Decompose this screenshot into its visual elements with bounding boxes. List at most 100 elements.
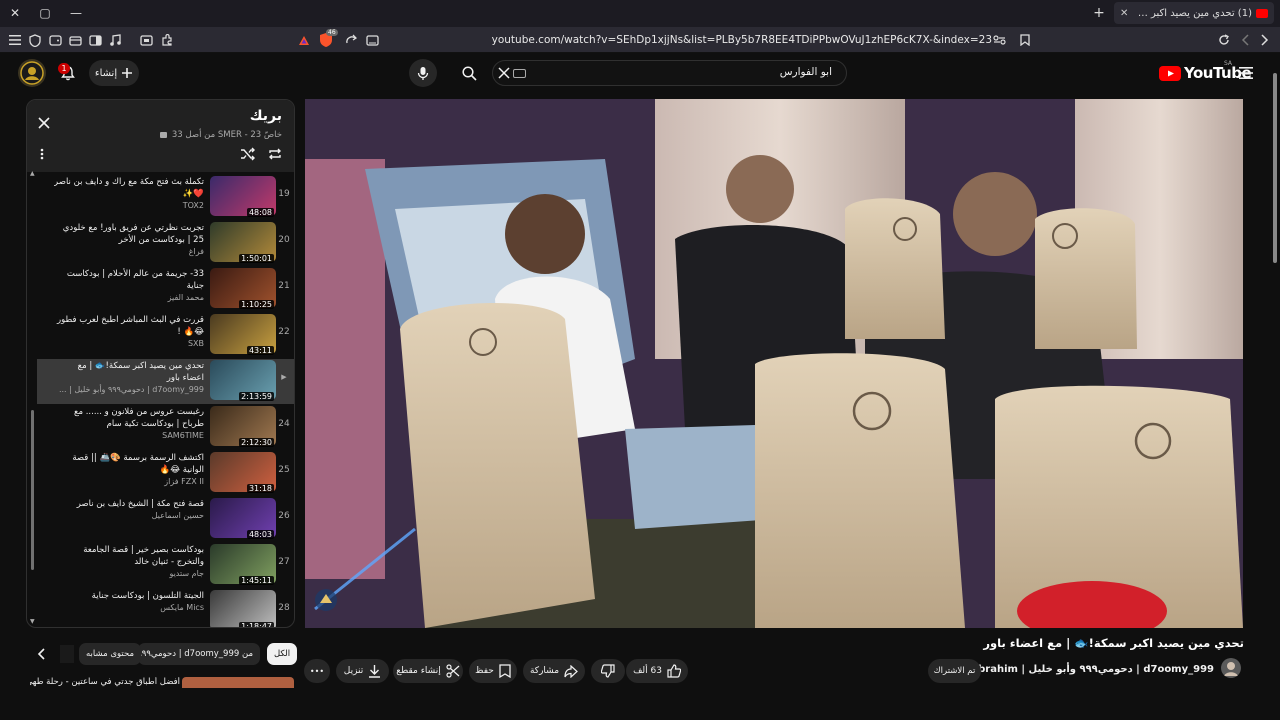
share-button[interactable]: مشاركة — [523, 659, 585, 683]
chip-related[interactable]: محتوى مشابه — [79, 643, 141, 665]
playlist-item[interactable]: 26 48:03 قصة فتح مكة | الشيخ دايف بن ناصر ح… — [37, 497, 294, 542]
playlist-item-index: 19 — [278, 189, 290, 199]
tabs-icon[interactable] — [67, 32, 83, 48]
video-title: تحدي مين يصيد اكبر سمكة!🐟 | مع اعضاء باو… — [983, 636, 1244, 650]
search-icon[interactable] — [455, 59, 483, 87]
new-tab-button[interactable]: + — [1090, 4, 1108, 22]
playlist-item-title: قصة فتح مكة | الشيخ دايف بن ناصر — [76, 499, 204, 509]
share-label: مشاركة — [529, 666, 560, 676]
playlist-scrollbar-thumb[interactable] — [31, 410, 34, 570]
like-button[interactable]: 63 ألف — [626, 659, 688, 683]
playlist-item-current[interactable]: ▶ 2:13:59 تحدي مين يصيد اكبر سمكة!🐟 | مع ا… — [37, 359, 294, 404]
playlist-item-channel: TOX2 — [182, 201, 204, 210]
shuffle-icon[interactable] — [240, 147, 256, 161]
youtube-play-logo-icon — [1159, 65, 1181, 81]
playlist-item-title: الجيتة التلسون | بودكاست جناية — [91, 591, 204, 601]
shield-count-badge: 46 — [326, 29, 338, 36]
playlist-item-channel: SAM6TIME — [162, 431, 204, 440]
playlist-item-channel: FZX II فزاز — [164, 477, 204, 486]
duration-badge: 31:18 — [246, 484, 274, 493]
up-next-row[interactable]: أفضل أطباق جدتي في ساعتين - رحلة طهي مع — [26, 676, 295, 688]
playlist-item-text: اكتشف الرسمة برسمة 🎨🚢 || قصة الوانية 😂🔥 F… — [54, 452, 204, 488]
playlist-item[interactable]: 28 1:18:47 الجيتة التلسون | بودكاست جناية M… — [37, 589, 294, 627]
chevron-left-icon[interactable] — [35, 646, 49, 662]
video-player[interactable] — [305, 99, 1243, 628]
account-avatar[interactable] — [18, 59, 46, 87]
close-playlist-icon[interactable] — [37, 116, 51, 130]
page-scrollbar[interactable] — [1270, 53, 1280, 720]
playlist-item[interactable]: 24 2:12:30 رغبست عروس من فلانون و ...... م… — [37, 405, 294, 450]
reader-mode-icon[interactable] — [364, 32, 380, 48]
page-scrollbar-thumb[interactable] — [1273, 73, 1277, 263]
scroll-down-icon[interactable]: ▼ — [30, 618, 35, 625]
more-actions-icon: ••• — [309, 666, 325, 676]
window-minimize-icon[interactable]: — — [66, 4, 86, 22]
voice-search-icon[interactable] — [409, 59, 437, 87]
channel-watermark-icon[interactable] — [313, 587, 339, 613]
screenshot-icon[interactable] — [138, 32, 154, 48]
window-close-icon[interactable]: ✕ — [5, 4, 25, 22]
keyboard-icon[interactable] — [513, 69, 526, 78]
reload-icon[interactable] — [1216, 32, 1232, 48]
playlist-item-title: اكتشف الرسمة برسمة 🎨🚢 || قصة الوانية 😂🔥 — [72, 453, 204, 475]
playlist-item[interactable]: 21 1:10:25 33- جريمة من عالم الأحلام | بود… — [37, 267, 294, 312]
download-button[interactable]: تنزيل — [336, 659, 389, 683]
download-icon — [369, 665, 381, 678]
playlist-item-index: 20 — [278, 235, 290, 245]
address-bar[interactable]: youtube.com/watch?v=SEhDp1xjjNs&list=PLB… — [380, 31, 992, 49]
notifications-icon[interactable] — [54, 59, 82, 87]
bookmark-icon[interactable] — [1017, 32, 1033, 48]
chip-from-channel[interactable]: من d7oomy_999 | دحومي٩٩٩ — [138, 643, 260, 665]
browser-nav-bar: 46 youtube.com/watch?v=SEhDp1xjjNs&list=… — [0, 27, 1280, 53]
search-input[interactable] — [532, 66, 832, 78]
sidebar-icon[interactable] — [87, 32, 103, 48]
tab-close-icon[interactable]: ✕ — [1120, 8, 1128, 19]
channel-avatar[interactable] — [1221, 658, 1241, 678]
playlist-item[interactable]: 25 31:18 اكتشف الرسمة برسمة 🎨🚢 || قصة الوا… — [37, 451, 294, 496]
create-label: إنشاء — [94, 67, 118, 79]
playlist-item[interactable]: 19 48:08 تكملة بث فتح مكة مع راك و دايف بن… — [37, 175, 294, 220]
shield-icon[interactable] — [27, 32, 43, 48]
chip-all[interactable]: الكل — [267, 643, 298, 665]
dislike-button[interactable] — [591, 659, 625, 683]
playlist-item-channel: SXB — [187, 339, 204, 348]
guide-menu-icon[interactable] — [1232, 59, 1260, 87]
music-icon[interactable] — [107, 32, 123, 48]
wallet-icon[interactable] — [47, 32, 63, 48]
more-actions-button[interactable]: ••• — [304, 659, 330, 683]
playlist-item-title: رغبست عروس من فلانون و ...... مع طرباح |… — [73, 407, 204, 429]
subscribed-button[interactable]: تم الاشتراك — [928, 659, 981, 683]
window-restore-icon[interactable]: ▢ — [35, 4, 55, 22]
menu-icon[interactable] — [7, 32, 23, 48]
scroll-up-icon[interactable]: ▲ — [30, 170, 35, 177]
video-frame — [305, 99, 1243, 628]
channel-names: d7oomy_999 | دحومي٩٩٩ وأبو خليل | Ibrahi… — [974, 664, 1214, 675]
playlist-item-title: بودكاست بصير خير | قصة الجامعة والتخرج -… — [83, 545, 204, 567]
permissions-icon[interactable] — [991, 32, 1007, 48]
back-icon[interactable] — [1237, 32, 1253, 48]
loop-icon[interactable] — [267, 147, 283, 161]
more-options-icon[interactable] — [40, 148, 44, 160]
playlist-item-text: تجربت نظرتي عن فريق باور! مع خلودي 25 | … — [54, 222, 204, 258]
playlist-item-title: تجربت نظرتي عن فريق باور! مع خلودي 25 | … — [62, 223, 204, 245]
now-playing-icon: ▶ — [281, 373, 287, 381]
channel-name[interactable]: d7oomy_999 | دحومي٩٩٩ وأبو خليل | Ibrahi… — [960, 664, 1214, 675]
duration-badge: 43:11 — [246, 346, 274, 355]
share-page-icon[interactable] — [343, 32, 359, 48]
clip-button[interactable]: إنشاء مقطع — [393, 659, 463, 683]
playlist-item[interactable]: 27 1:45:11 بودكاست بصير خير | قصة الجامعة … — [37, 543, 294, 588]
brave-shield-icon[interactable]: 46 — [319, 29, 338, 48]
forward-icon[interactable] — [1257, 32, 1273, 48]
playlist-scrollbar[interactable]: ▲ ▼ — [30, 170, 35, 625]
playlist-header: بريك خاصّ SMER - 23 من أصل 33 — [27, 100, 294, 172]
save-button[interactable]: حفظ — [469, 659, 517, 683]
brave-rewards-icon[interactable] — [296, 32, 312, 48]
create-button[interactable]: إنشاء — [89, 60, 139, 86]
playlist-item[interactable]: 20 1:50:01 تجربت نظرتي عن فريق باور! مع خل… — [37, 221, 294, 266]
clear-search-icon[interactable] — [496, 65, 512, 81]
extensions-icon[interactable] — [159, 32, 175, 48]
playlist-item-channel: فراغ — [188, 247, 204, 256]
browser-tab[interactable]: (1) تحدي مين يصيد اكبر سمكة🐟 | مع اعضاء … — [1114, 2, 1274, 24]
playlist-item[interactable]: 22 43:11 قررت في البث المباشر اطبخ لعرب فط… — [37, 313, 294, 358]
duration-badge: 1:45:11 — [239, 576, 274, 585]
